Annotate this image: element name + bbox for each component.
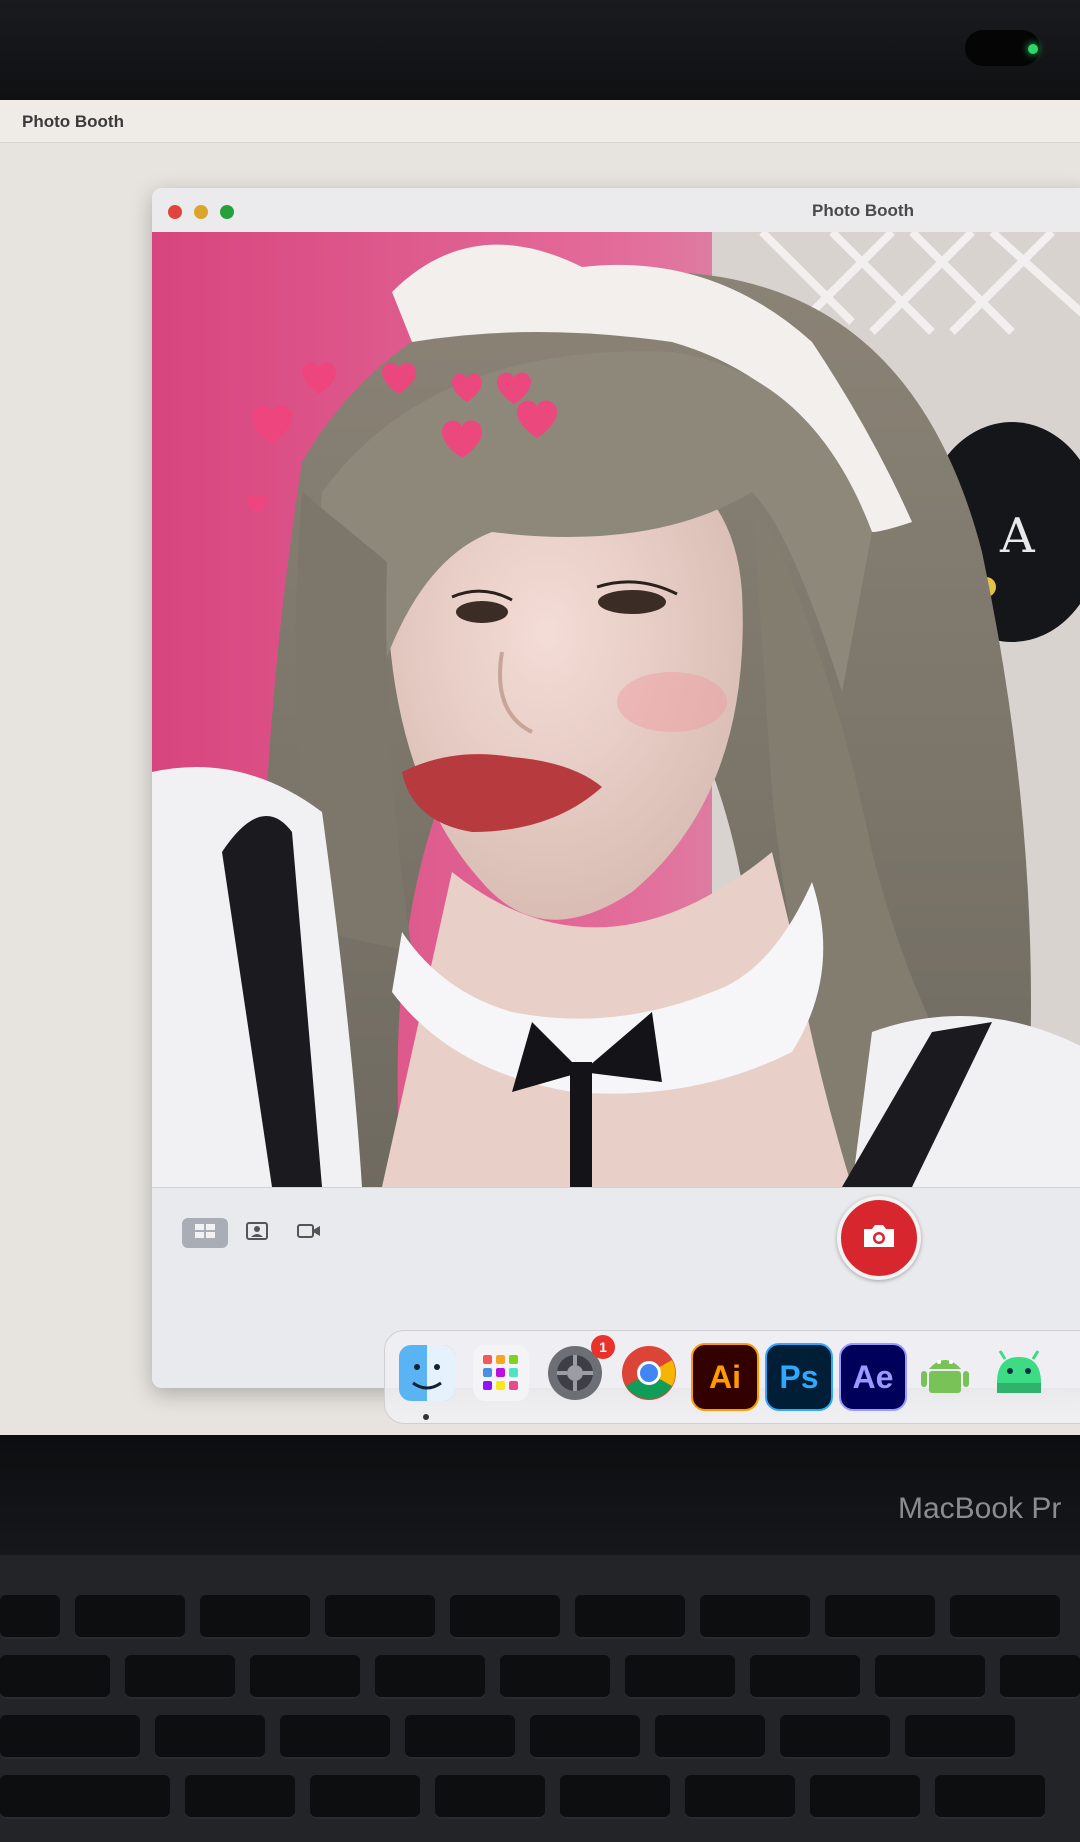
video-mode-button[interactable] bbox=[286, 1218, 332, 1248]
keyboard-key bbox=[875, 1655, 985, 1699]
illustrator-icon: Ai bbox=[709, 1358, 741, 1395]
keyboard-key bbox=[0, 1715, 140, 1759]
keyboard-key bbox=[530, 1715, 640, 1759]
keyboard-key bbox=[435, 1775, 545, 1819]
keyboard-key bbox=[700, 1595, 810, 1639]
notification-badge: 1 bbox=[591, 1335, 615, 1359]
zoom-button[interactable] bbox=[220, 205, 234, 219]
keyboard-key bbox=[685, 1775, 795, 1819]
keyboard-key bbox=[575, 1595, 685, 1639]
keyboard-key bbox=[310, 1775, 420, 1819]
keyboard-key bbox=[0, 1655, 110, 1699]
keyboard-key bbox=[280, 1715, 390, 1759]
keyboard bbox=[0, 1555, 1080, 1842]
take-photo-button[interactable] bbox=[837, 1196, 921, 1280]
keyboard-key bbox=[1000, 1655, 1080, 1699]
dock-launchpad[interactable] bbox=[469, 1343, 533, 1407]
minimize-button[interactable] bbox=[194, 205, 208, 219]
launchpad-icon bbox=[471, 1343, 531, 1408]
view-mode-selector bbox=[182, 1218, 332, 1248]
keyboard-key bbox=[155, 1715, 265, 1759]
photo-booth-window: Photo Booth A bbox=[152, 188, 1080, 1388]
close-button[interactable] bbox=[168, 205, 182, 219]
keyboard-key bbox=[780, 1715, 890, 1759]
keyboard-key bbox=[0, 1775, 170, 1819]
keyboard-key bbox=[500, 1655, 610, 1699]
keyboard-key bbox=[810, 1775, 920, 1819]
keyboard-key bbox=[375, 1655, 485, 1699]
keyboard-key bbox=[75, 1595, 185, 1639]
camera-preview-image: A bbox=[152, 232, 1080, 1187]
android-icon bbox=[915, 1343, 975, 1408]
camera-icon bbox=[861, 1222, 897, 1255]
menu-bar: Photo Booth bbox=[0, 100, 1080, 143]
video-camera-icon bbox=[297, 1223, 321, 1244]
dock-photoshop[interactable]: Ps bbox=[765, 1343, 833, 1411]
photoshop-icon: Ps bbox=[779, 1358, 819, 1395]
keyboard-key bbox=[950, 1595, 1060, 1639]
screen: Photo Booth Photo Booth A 1 Ai Ps Ae bbox=[0, 100, 1080, 1435]
camera-indicator-light bbox=[1028, 44, 1038, 54]
portrait-icon bbox=[246, 1221, 268, 1245]
keyboard-key bbox=[0, 1595, 60, 1639]
keyboard-key bbox=[200, 1595, 310, 1639]
keyboard-key bbox=[560, 1775, 670, 1819]
dock-android-studio[interactable] bbox=[987, 1343, 1051, 1407]
chrome-icon bbox=[619, 1343, 679, 1408]
keyboard-key bbox=[325, 1595, 435, 1639]
keyboard-key bbox=[905, 1715, 1015, 1759]
keyboard-key bbox=[185, 1775, 295, 1819]
keyboard-key bbox=[655, 1715, 765, 1759]
keyboard-key bbox=[450, 1595, 560, 1639]
grid-view-button[interactable] bbox=[182, 1218, 228, 1248]
keyboard-key bbox=[825, 1595, 935, 1639]
keyboard-key bbox=[750, 1655, 860, 1699]
finder-icon bbox=[397, 1343, 457, 1408]
android-studio-icon bbox=[989, 1343, 1049, 1408]
keyboard-key bbox=[125, 1655, 235, 1699]
grid-icon bbox=[194, 1223, 216, 1244]
menu-app-name[interactable]: Photo Booth bbox=[22, 112, 124, 132]
window-titlebar[interactable]: Photo Booth bbox=[152, 188, 1080, 233]
dock-chrome[interactable] bbox=[617, 1343, 681, 1407]
laptop-bezel bbox=[0, 0, 1080, 105]
dock-finder[interactable] bbox=[395, 1343, 459, 1407]
dock: 1 Ai Ps Ae bbox=[384, 1330, 1080, 1424]
laptop-hinge: MacBook Pr bbox=[0, 1435, 1080, 1555]
keyboard-key bbox=[935, 1775, 1045, 1819]
window-title: Photo Booth bbox=[812, 201, 914, 220]
keyboard-key bbox=[405, 1715, 515, 1759]
dock-illustrator[interactable]: Ai bbox=[691, 1343, 759, 1411]
keyboard-key bbox=[625, 1655, 735, 1699]
camera-preview: A bbox=[152, 232, 1080, 1187]
keyboard-key bbox=[250, 1655, 360, 1699]
after-effects-icon: Ae bbox=[852, 1358, 894, 1395]
laptop-brand-label: MacBook Pr bbox=[898, 1492, 1062, 1525]
single-photo-button[interactable] bbox=[234, 1218, 280, 1248]
dock-after-effects[interactable]: Ae bbox=[839, 1343, 907, 1411]
dock-system-settings[interactable]: 1 bbox=[543, 1335, 615, 1407]
svg-text:A: A bbox=[999, 508, 1036, 564]
dock-android-file-transfer[interactable] bbox=[913, 1343, 977, 1407]
running-indicator bbox=[423, 1414, 429, 1420]
